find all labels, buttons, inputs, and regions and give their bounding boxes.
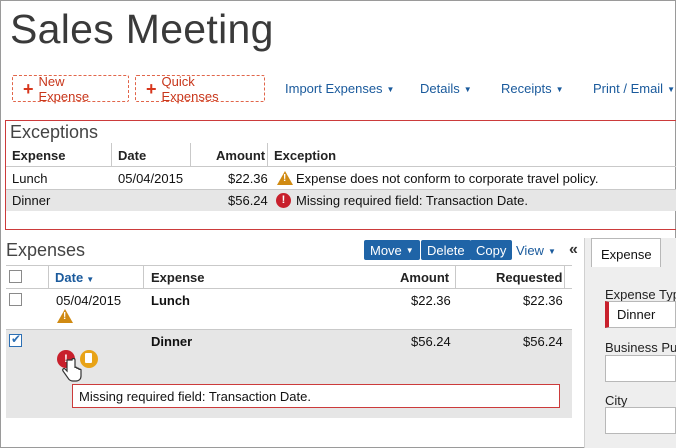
column-divider bbox=[143, 265, 144, 288]
expenses-header-amount: Amount bbox=[400, 270, 450, 285]
view-menu[interactable]: View ▼ bbox=[516, 243, 556, 258]
tab-expense[interactable]: Expense bbox=[591, 238, 661, 267]
new-expense-button[interactable]: + New Expense bbox=[12, 73, 129, 104]
exceptions-header-exception: Exception bbox=[274, 148, 337, 163]
exception-row-text: Missing required field: Transaction Date… bbox=[296, 193, 528, 208]
receipts-menu[interactable]: Receipts ▼ bbox=[501, 81, 564, 96]
exceptions-header-date: Date bbox=[118, 148, 147, 163]
import-expenses-label: Import Expenses bbox=[285, 81, 383, 96]
column-divider bbox=[455, 265, 456, 288]
city-label: City bbox=[605, 393, 628, 408]
error-tooltip: Missing required field: Transaction Date… bbox=[72, 384, 560, 408]
exceptions-header-expense: Expense bbox=[12, 148, 66, 163]
column-divider bbox=[190, 143, 191, 167]
expenses-header-requested: Requested bbox=[496, 270, 563, 285]
receipts-label: Receipts bbox=[501, 81, 552, 96]
caret-down-icon: ▼ bbox=[386, 85, 395, 95]
expenses-header-expense: Expense bbox=[151, 270, 205, 285]
business-purpose-input[interactable] bbox=[605, 355, 676, 382]
column-divider bbox=[111, 143, 112, 167]
exceptions-title: Exceptions bbox=[10, 122, 99, 142]
caret-down-icon: ▼ bbox=[463, 85, 472, 95]
date-sort-label: Date bbox=[55, 270, 84, 285]
business-purpose-label: Business Pur bbox=[605, 340, 676, 355]
expense-row-date: 05/04/2015 bbox=[56, 293, 122, 308]
exception-row-expense: Dinner bbox=[12, 193, 51, 208]
expense-row-requested: $56.24 bbox=[523, 334, 563, 349]
expense-row-amount: $22.36 bbox=[411, 293, 451, 308]
page-title: Sales Meeting bbox=[10, 6, 274, 52]
copy-button[interactable]: Copy bbox=[470, 240, 513, 260]
quick-expenses-label: Quick Expenses bbox=[161, 73, 219, 104]
caret-down-icon: ▼ bbox=[547, 247, 556, 257]
import-expenses-menu[interactable]: Import Expenses ▼ bbox=[285, 81, 394, 96]
exception-row-expense: Lunch bbox=[12, 171, 48, 186]
select-all-checkbox[interactable] bbox=[9, 270, 22, 283]
city-input[interactable] bbox=[605, 407, 676, 434]
column-divider bbox=[267, 143, 268, 167]
exception-row-amount: $22.36 bbox=[228, 171, 268, 186]
exceptions-header-amount: Amount bbox=[216, 148, 266, 163]
expense-row-requested: $22.36 bbox=[523, 293, 563, 308]
plus-icon: + bbox=[146, 78, 157, 99]
exception-row-date: 05/04/2015 bbox=[118, 171, 184, 186]
warning-icon bbox=[277, 171, 293, 185]
print-email-label: Print / Email bbox=[593, 81, 664, 96]
caret-down-icon: ▼ bbox=[667, 85, 675, 95]
column-divider bbox=[564, 265, 565, 288]
quick-expenses-button[interactable]: + Quick Expenses bbox=[135, 73, 265, 104]
row-checkbox-checked[interactable] bbox=[9, 332, 22, 347]
caret-down-icon: ▼ bbox=[555, 85, 564, 95]
expenses-header-date[interactable]: Date ▼ bbox=[55, 270, 94, 285]
error-icon: ! bbox=[276, 193, 291, 208]
expense-type-select[interactable]: Dinner bbox=[605, 301, 676, 328]
delete-button[interactable]: Delete bbox=[421, 240, 471, 260]
print-email-menu[interactable]: Print / Email ▼ bbox=[593, 81, 675, 96]
warning-icon bbox=[57, 309, 73, 323]
expenses-title: Expenses bbox=[6, 240, 86, 260]
expense-row-expense: Lunch bbox=[151, 293, 190, 308]
plus-icon: + bbox=[23, 78, 34, 99]
caret-down-icon: ▼ bbox=[405, 245, 414, 255]
move-label: Move bbox=[370, 242, 402, 258]
header-top-divider bbox=[6, 265, 572, 266]
new-expense-label: New Expense bbox=[38, 73, 90, 104]
expense-type-label: Expense Typ bbox=[605, 287, 676, 302]
collapse-panel-icon[interactable]: « bbox=[569, 241, 578, 259]
row-checkbox[interactable] bbox=[9, 293, 22, 306]
expense-row-expense: Dinner bbox=[151, 334, 193, 349]
details-menu[interactable]: Details ▼ bbox=[420, 81, 472, 96]
sort-caret-icon: ▼ bbox=[86, 275, 95, 284]
details-label: Details bbox=[420, 81, 460, 96]
expense-row-amount: $56.24 bbox=[411, 334, 451, 349]
exception-row-text: Expense does not conform to corporate tr… bbox=[296, 171, 599, 186]
column-divider bbox=[48, 265, 49, 288]
move-button[interactable]: Move ▼ bbox=[364, 240, 420, 260]
exception-row-amount: $56.24 bbox=[228, 193, 268, 208]
view-label: View bbox=[516, 243, 544, 258]
